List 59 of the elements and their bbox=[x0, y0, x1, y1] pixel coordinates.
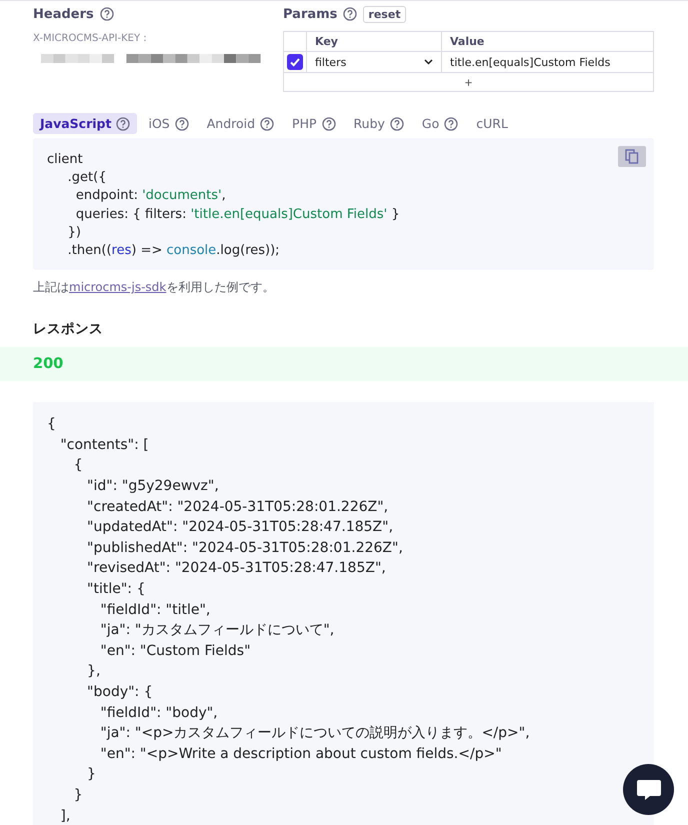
response-title: レスポンス bbox=[33, 320, 104, 338]
response-line: "id": "g5y29ewvz", bbox=[86, 477, 220, 496]
column-header: Key bbox=[306, 32, 441, 52]
response-line: { bbox=[47, 415, 57, 434]
help-icon[interactable] bbox=[444, 116, 458, 130]
help-icon[interactable] bbox=[390, 116, 404, 130]
status-code: 200 bbox=[33, 356, 64, 372]
response-line: "fieldId": "body", bbox=[99, 704, 219, 723]
response-line: "updatedAt": "2024-05-31T05:28:47.185Z", bbox=[86, 518, 394, 538]
response-line: "fieldId": "title", bbox=[99, 600, 212, 620]
language-tab[interactable]: Android bbox=[200, 113, 282, 134]
response-line: "createdAt": "2024-05-31T05:28:01.226Z", bbox=[86, 498, 390, 517]
headers-title: Headers bbox=[33, 6, 94, 22]
sdk-link[interactable]: microcms-js-sdk bbox=[69, 280, 166, 294]
language-tab[interactable]: cURL bbox=[469, 113, 515, 134]
help-icon[interactable] bbox=[322, 116, 336, 130]
code-line: endpoint: 'documents', bbox=[74, 187, 226, 206]
add-row-button[interactable]: + bbox=[284, 73, 653, 91]
code-line: }) bbox=[66, 224, 82, 242]
value-field[interactable]: title.en[equals]Custom Fields bbox=[441, 52, 653, 73]
code-line: .get({ bbox=[66, 169, 106, 188]
response-line: "body": { bbox=[86, 682, 154, 702]
reset-button[interactable]: reset bbox=[363, 6, 406, 22]
response-line: "ja": "<p>カスタムフィールドについての説明が入ります。</p>", bbox=[99, 724, 531, 744]
response-line: } bbox=[72, 786, 84, 805]
key-select[interactable]: filters bbox=[306, 52, 441, 73]
api-key-label: X-MICROCMS-API-KEY : bbox=[33, 33, 148, 44]
response-line: "ja": "カスタムフィールドについて", bbox=[99, 621, 336, 640]
column-header: Value bbox=[441, 32, 653, 52]
response-line: "revisedAt": "2024-05-31T05:28:47.185Z", bbox=[86, 559, 387, 578]
code-line: client bbox=[47, 151, 83, 169]
language-tab[interactable]: JavaScript bbox=[33, 113, 138, 134]
params-title: Params bbox=[283, 6, 338, 22]
response-line: "en": "<p>Write a description about custom fields.</p>" bbox=[99, 744, 503, 764]
help-icon[interactable] bbox=[343, 7, 358, 21]
checkbox[interactable] bbox=[287, 54, 303, 70]
language-tab[interactable]: iOS bbox=[141, 113, 196, 134]
response-line: { bbox=[72, 456, 84, 476]
language-tab[interactable]: Go bbox=[414, 113, 466, 134]
chat-icon bbox=[636, 778, 662, 802]
response-line: "title": { bbox=[86, 580, 146, 599]
response-line: "contents": [ bbox=[59, 436, 150, 455]
response-line: "publishedAt": "2024-05-31T05:28:01.226Z", bbox=[86, 538, 404, 558]
code-line: queries: { filters: 'title.en[equals]Custom Fields' } bbox=[74, 206, 400, 224]
copy-button[interactable] bbox=[618, 146, 646, 167]
language-tab[interactable]: PHP bbox=[285, 113, 343, 134]
code-line: .then((res) => console.log(res)); bbox=[66, 242, 280, 260]
response-line: "en": "Custom Fields" bbox=[99, 642, 252, 661]
response-line: }, bbox=[86, 662, 102, 682]
language-tab[interactable]: Ruby bbox=[346, 113, 411, 134]
help-icon[interactable] bbox=[116, 116, 130, 130]
copy-icon bbox=[625, 149, 639, 164]
response-line: ], bbox=[59, 806, 72, 825]
response-line: } bbox=[86, 765, 97, 784]
help-icon[interactable] bbox=[260, 116, 274, 130]
help-icon[interactable] bbox=[100, 7, 114, 21]
sdk-note: 上記はmicrocms-js-sdkを利用した例です。 bbox=[33, 279, 276, 296]
help-icon[interactable] bbox=[174, 116, 189, 130]
chevron-down-icon bbox=[424, 59, 433, 65]
